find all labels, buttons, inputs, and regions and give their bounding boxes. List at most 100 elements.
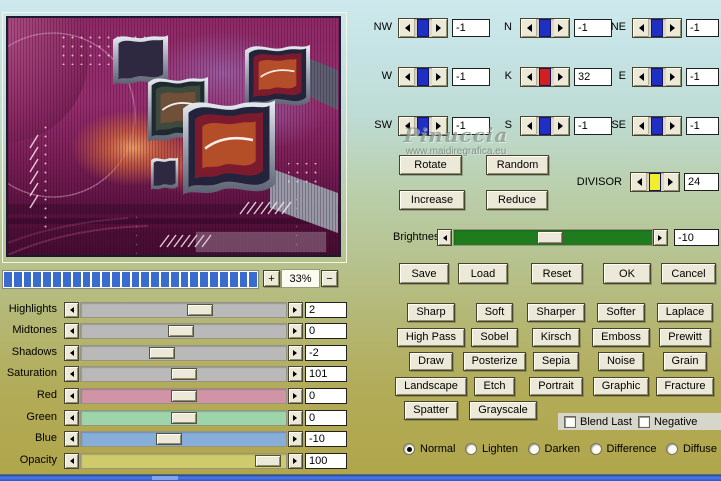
spin-left-icon[interactable]	[399, 19, 414, 37]
matrix-spinner-se[interactable]	[632, 116, 682, 136]
spin-left-icon[interactable]	[521, 19, 536, 37]
radio-normal-icon[interactable]	[403, 443, 415, 455]
radio-difference-icon[interactable]	[589, 443, 602, 455]
radio-diffuse[interactable]: Diffuse	[665, 443, 717, 455]
radio-darken[interactable]: Darken	[527, 443, 580, 455]
spinner-thumb[interactable]	[651, 68, 663, 86]
slider-track[interactable]	[80, 431, 287, 447]
slider-track[interactable]	[80, 453, 287, 469]
matrix-value-se[interactable]	[686, 117, 719, 135]
cancel-button[interactable]: Cancel	[661, 263, 716, 284]
zoom-out-button[interactable]: −	[321, 270, 338, 287]
matrix-spinner-nw[interactable]	[398, 18, 448, 38]
matrix-value-e[interactable]	[686, 68, 719, 86]
spin-left-icon[interactable]	[399, 117, 414, 135]
filter-fracture-button[interactable]: Fracture	[655, 376, 715, 396]
filter-prewitt-button[interactable]: Prewitt	[659, 327, 711, 347]
filter-noise-button[interactable]: Noise	[597, 351, 645, 371]
radio-normal[interactable]: Normal	[403, 443, 455, 455]
matrix-value-w[interactable]	[452, 68, 490, 86]
spin-right-icon[interactable]	[432, 117, 447, 135]
filter-spatter-button[interactable]: Spatter	[404, 400, 458, 420]
divisor-spinner[interactable]	[630, 172, 680, 192]
matrix-spinner-n[interactable]	[520, 18, 570, 38]
spin-right-icon[interactable]	[554, 19, 569, 37]
increase-button[interactable]: Increase	[399, 190, 465, 210]
rotate-button[interactable]: Rotate	[399, 155, 462, 175]
slider-value-input[interactable]	[305, 431, 347, 447]
radio-diffuse-icon[interactable]	[665, 443, 678, 455]
filter-sharper-button[interactable]: Sharper	[527, 302, 585, 322]
reset-button[interactable]: Reset	[531, 263, 583, 284]
filter-sharp-button[interactable]: Sharp	[407, 302, 455, 322]
brightness-track[interactable]	[453, 229, 653, 246]
blend-last-checkbox-item[interactable]: Blend Last	[564, 415, 632, 428]
brightness-value-input[interactable]	[674, 229, 719, 246]
matrix-spinner-ne[interactable]	[632, 18, 682, 38]
save-button[interactable]: Save	[399, 263, 449, 284]
spin-left-icon[interactable]	[399, 68, 414, 86]
spin-right-icon[interactable]	[432, 19, 447, 37]
filter-graphic-button[interactable]: Graphic	[592, 376, 650, 396]
filter-landscape-button[interactable]: Landscape	[395, 376, 467, 396]
slider-thumb[interactable]	[254, 455, 281, 467]
matrix-spinner-w[interactable]	[398, 67, 448, 87]
matrix-spinner-s[interactable]	[520, 116, 570, 136]
filter-draw-button[interactable]: Draw	[409, 351, 453, 371]
spinner-thumb[interactable]	[539, 19, 551, 37]
filter-kirsch-button[interactable]: Kirsch	[531, 327, 581, 347]
filter-grayscale-button[interactable]: Grayscale	[469, 400, 537, 420]
slider-arrow-left[interactable]	[64, 431, 79, 447]
filter-grain-button[interactable]: Grain	[662, 351, 708, 371]
load-button[interactable]: Load	[458, 263, 508, 284]
brightness-arrow-left[interactable]	[437, 229, 452, 246]
filter-laplace-button[interactable]: Laplace	[656, 302, 714, 322]
matrix-spinner-sw[interactable]	[398, 116, 448, 136]
random-button[interactable]: Random	[486, 155, 549, 175]
filter-sobel-button[interactable]: Sobel	[471, 327, 518, 347]
spin-left-icon[interactable]	[633, 19, 648, 37]
spin-right-icon[interactable]	[554, 68, 569, 86]
preview-image[interactable]	[6, 16, 341, 257]
spin-right-icon[interactable]	[666, 19, 681, 37]
radio-lighten[interactable]: Lighten	[464, 443, 518, 455]
spin-left-icon[interactable]	[633, 117, 648, 135]
matrix-spinner-k[interactable]	[520, 67, 570, 87]
slider-value-input[interactable]	[305, 453, 347, 469]
brightness-thumb[interactable]	[537, 231, 564, 244]
blend-last-checkbox[interactable]	[564, 415, 576, 428]
slider-arrow-left[interactable]	[64, 453, 79, 469]
matrix-spinner-e[interactable]	[632, 67, 682, 87]
reduce-button[interactable]: Reduce	[486, 190, 548, 210]
matrix-value-nw[interactable]	[452, 19, 490, 37]
spinner-thumb[interactable]	[651, 19, 663, 37]
brightness-arrow-right[interactable]	[653, 229, 668, 246]
filter-softer-button[interactable]: Softer	[597, 302, 645, 322]
radio-difference[interactable]: Difference	[589, 443, 656, 455]
spin-left-icon[interactable]	[631, 173, 646, 191]
matrix-value-sw[interactable]	[452, 117, 490, 135]
spinner-thumb[interactable]	[417, 68, 429, 86]
filter-posterize-button[interactable]: Posterize	[462, 351, 527, 371]
spinner-thumb[interactable]	[651, 117, 663, 135]
spinner-thumb[interactable]	[417, 117, 429, 135]
spinner-thumb[interactable]	[539, 117, 551, 135]
matrix-value-ne[interactable]	[686, 19, 719, 37]
spin-right-icon[interactable]	[432, 68, 447, 86]
filter-emboss-button[interactable]: Emboss	[592, 327, 650, 347]
spinner-thumb[interactable]	[417, 19, 429, 37]
spin-right-icon[interactable]	[664, 173, 679, 191]
negative-checkbox-item[interactable]: Negative	[637, 415, 697, 428]
spin-left-icon[interactable]	[521, 68, 536, 86]
spin-right-icon[interactable]	[666, 117, 681, 135]
zoom-in-button[interactable]: +	[263, 270, 280, 287]
spin-left-icon[interactable]	[633, 68, 648, 86]
filter-etch-button[interactable]: Etch	[474, 376, 515, 396]
divisor-value-input[interactable]	[684, 173, 719, 191]
spin-right-icon[interactable]	[666, 68, 681, 86]
filter-highpass-button[interactable]: High Pass	[396, 327, 466, 347]
radio-lighten-icon[interactable]	[464, 443, 477, 455]
filter-portrait-button[interactable]: Portrait	[529, 376, 583, 396]
spinner-thumb[interactable]	[539, 68, 551, 86]
radio-darken-icon[interactable]	[527, 443, 540, 455]
